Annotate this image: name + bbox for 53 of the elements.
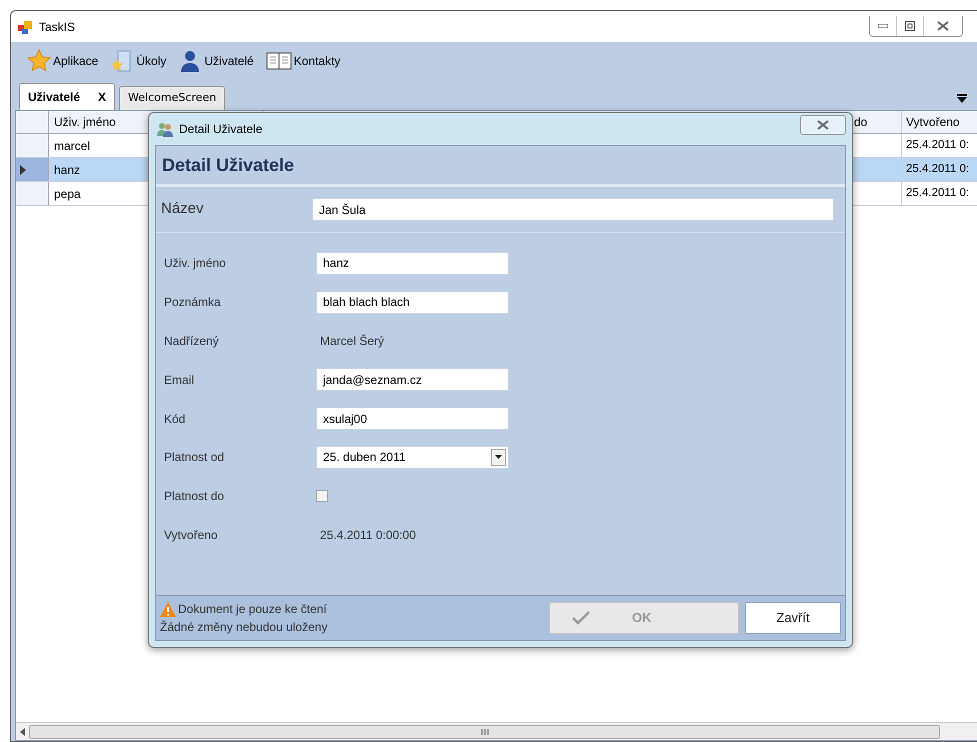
- minimize-icon: [878, 24, 888, 28]
- field-value: Marcel Šerý: [319, 332, 386, 350]
- input-field[interactable]: xsulaj00: [316, 407, 509, 430]
- horizontal-scrollbar[interactable]: [16, 722, 977, 740]
- minimize-button[interactable]: [870, 16, 897, 36]
- warning-icon: [160, 602, 176, 616]
- close-button[interactable]: [800, 115, 846, 135]
- dropdown-button[interactable]: [491, 448, 506, 466]
- dialog-button[interactable]: Zavřít: [745, 602, 841, 634]
- input-field[interactable]: janda@seznam.cz: [316, 368, 509, 392]
- table-cell-text: 25.4.2011 0:: [905, 138, 970, 153]
- table-cell-text: 25.4.2011 0:: [905, 186, 970, 201]
- current-row-icon: [20, 164, 26, 174]
- field-label: Email: [164, 372, 196, 389]
- caret-icon: [495, 455, 502, 460]
- tab-menu-icon[interactable]: [957, 94, 967, 103]
- toolbar-button[interactable]: Uživatelé: [178, 49, 254, 73]
- date-picker[interactable]: 25. duben 2011: [316, 446, 509, 469]
- restore-icon: [905, 21, 915, 31]
- close-icon: [817, 120, 829, 130]
- column-header[interactable]: Vytvořeno: [902, 111, 977, 133]
- toolbar-button[interactable]: Úkoly: [110, 49, 166, 73]
- input-field[interactable]: hanz: [316, 252, 509, 275]
- checkbox[interactable]: [316, 490, 328, 502]
- users-icon: [157, 121, 173, 137]
- table-cell-text: 25.4.2011 0:: [905, 162, 970, 177]
- tab-close-button[interactable]: X: [98, 88, 106, 106]
- field-label: Poznámka: [164, 294, 222, 312]
- field-value: 25.4.2011 0:00:00: [319, 526, 417, 544]
- field-label: Kód: [164, 410, 186, 428]
- scroll-left-icon[interactable]: [20, 728, 25, 736]
- star-icon: [27, 49, 51, 73]
- toolbar-button[interactable]: Aplikace: [27, 49, 98, 73]
- book-icon: [266, 51, 292, 71]
- field-label: Vytvořeno: [164, 526, 219, 544]
- field-label: Platnost od: [164, 449, 226, 466]
- check-icon: [572, 611, 590, 625]
- window-title: TaskIS: [39, 18, 76, 36]
- grip-icon: [480, 728, 488, 734]
- field-label: Nadřízený: [164, 332, 220, 350]
- scrollbar-thumb[interactable]: [29, 724, 940, 738]
- close-icon: [937, 21, 949, 31]
- input-field[interactable]: blah blach blach: [316, 290, 509, 314]
- notice-text: Žádné změny nebudou uloženy: [160, 619, 328, 636]
- notice-text: Dokument je pouze ke čtení: [178, 601, 327, 618]
- app-icon: [17, 18, 33, 34]
- field-label: Uživ. jméno: [164, 255, 227, 272]
- field-label: Platnost do: [164, 488, 226, 506]
- row-header[interactable]: [16, 158, 49, 181]
- tab[interactable]: Uživatelé X: [19, 83, 116, 110]
- toolbar-button[interactable]: Kontakty: [266, 51, 340, 71]
- input-field[interactable]: Jan Šula: [312, 198, 834, 221]
- tab[interactable]: WelcomeScreen: [119, 86, 226, 110]
